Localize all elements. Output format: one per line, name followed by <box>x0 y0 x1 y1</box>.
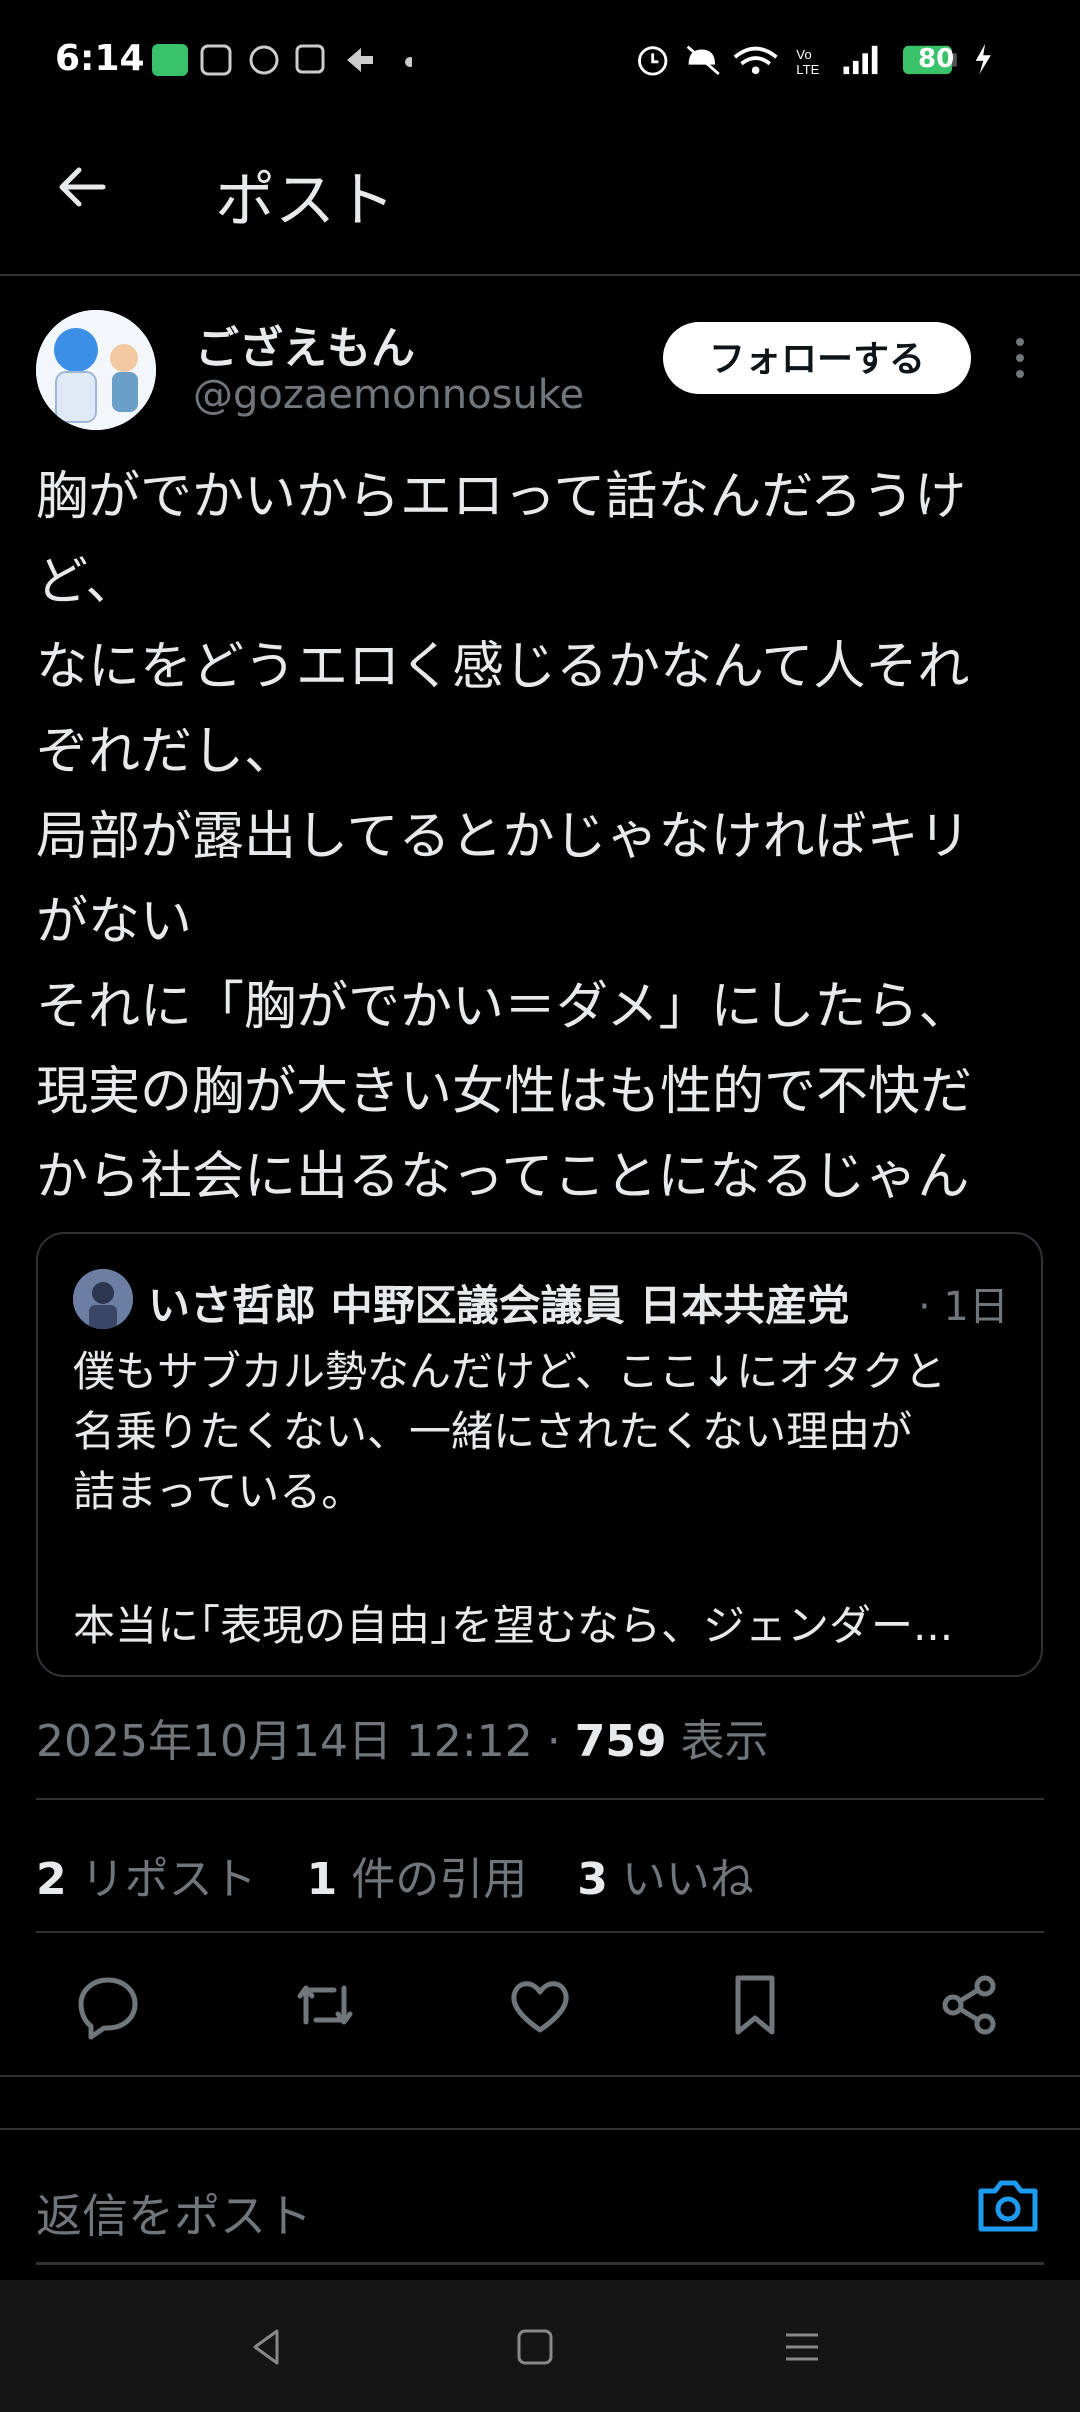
quotes-count: 1 <box>306 1854 338 1905</box>
like-heart-icon[interactable] <box>505 1970 575 2040</box>
reposts-stat[interactable]: 2 リポスト <box>36 1854 257 1905</box>
author-name[interactable]: ござえもん <box>195 312 415 376</box>
quoted-text-line: 詰まっている。 <box>73 1467 364 1516</box>
meta-divider <box>36 1798 1044 1800</box>
more-options-icon[interactable] <box>1010 336 1030 380</box>
post-text-line: ぞれだし、 <box>36 722 297 782</box>
post-text-line: 局部が露出してるとかじゃなければキリ <box>36 807 971 867</box>
repost-icon[interactable] <box>290 1970 360 2040</box>
bookmark-icon[interactable] <box>720 1970 790 2040</box>
quotes-stat[interactable]: 1 件の引用 <box>307 1854 528 1905</box>
reply-top-divider <box>0 2128 1080 2130</box>
post-text-line: から社会に出るなってことになるじゃん <box>36 1147 970 1207</box>
views-count: 759 <box>574 1716 667 1767</box>
post-text-line: それに「胸がでかい＝ダメ」にしたら、 <box>36 977 971 1037</box>
post-text-line: 胸がでかいからエロって話なんだろうけ <box>36 467 967 527</box>
likes-label: いいね <box>607 1854 754 1905</box>
quoted-text-truncated-line: 本当に｢表現の自由｣を望むなら、ジェンダー... <box>73 1601 954 1650</box>
avatar[interactable] <box>36 310 156 430</box>
post-text: 胸がでかいからエロって話なんだろうけ ど、 なにをどうエロく感じるかなんて人それ… <box>36 455 1046 1220</box>
back-arrow-icon[interactable] <box>55 160 109 214</box>
quoted-avatar-image <box>73 1269 133 1329</box>
avatar-image <box>36 310 156 430</box>
actions-divider <box>0 2075 1080 2077</box>
header-divider <box>0 274 1080 276</box>
status-time: 6:14 <box>55 38 145 79</box>
quoted-post-card[interactable]: いさ哲郎 中野区議会議員 日本共産党 · 1日 僕もサブカル勢なんだけど、ここ↓… <box>36 1232 1043 1677</box>
follow-button[interactable]: フォローする <box>663 322 971 394</box>
reposts-count: 2 <box>36 1854 67 1905</box>
views-label: 表示 <box>666 1716 769 1767</box>
author-handle[interactable]: @gozaemonnosuke <box>193 372 584 418</box>
quoted-text-line: 名乗りたくない、一緒にされたくない理由が <box>73 1407 913 1456</box>
quoted-author-avatar <box>73 1269 133 1329</box>
page-title: ポスト <box>215 166 395 236</box>
engagement-stats: 2 リポスト 1 件の引用 3 いいね <box>36 1843 790 1907</box>
status-bar: 6:14 Vo LTE 80 <box>0 0 1080 125</box>
post-timestamp: 2025年10月14日 12:12 · <box>36 1716 575 1767</box>
quoted-author-name: いさ哲郎 中野区議会議員 日本共産党 <box>148 1281 850 1330</box>
quoted-text-line: 僕もサブカル勢なんだけど、ここ↓にオタクと <box>73 1347 947 1396</box>
share-icon[interactable] <box>935 1970 1005 2040</box>
svg-text:LTE: LTE <box>796 62 819 76</box>
quotes-label: 件の引用 <box>337 1854 528 1905</box>
post-timestamp-views: 2025年10月14日 12:12 · 759 表示 <box>36 1705 769 1769</box>
nav-home-icon[interactable] <box>513 2325 557 2369</box>
battery-level: 80 <box>918 44 955 74</box>
svg-text:Vo: Vo <box>796 47 811 62</box>
reposts-label: リポスト <box>66 1854 257 1905</box>
likes-stat[interactable]: 3 いいね <box>577 1854 754 1905</box>
nav-menu-icon[interactable] <box>780 2325 824 2369</box>
stats-divider <box>36 1931 1044 1933</box>
reply-underline <box>36 2262 1044 2265</box>
post-text-line: ど、 <box>36 552 138 612</box>
notification-icon <box>152 44 412 76</box>
reply-input[interactable]: 返信をポスト <box>36 2180 312 2246</box>
quoted-post-time: · 1日 <box>918 1284 1009 1330</box>
reply-icon[interactable] <box>73 1970 143 2040</box>
likes-count: 3 <box>577 1854 608 1905</box>
camera-icon[interactable] <box>975 2175 1041 2235</box>
nav-back-icon[interactable] <box>245 2325 289 2369</box>
post-text-line: 現実の胸が大きい女性はも性的で不快だ <box>36 1062 973 1122</box>
post-text-line: なにをどうエロく感じるかなんて人それ <box>36 637 970 697</box>
post-text-line: がない <box>36 892 193 952</box>
quoted-post-text: 僕もサブカル勢なんだけど、ここ↓にオタクと 名乗りたくない、一緒にされたくない理… <box>73 1342 1023 1522</box>
